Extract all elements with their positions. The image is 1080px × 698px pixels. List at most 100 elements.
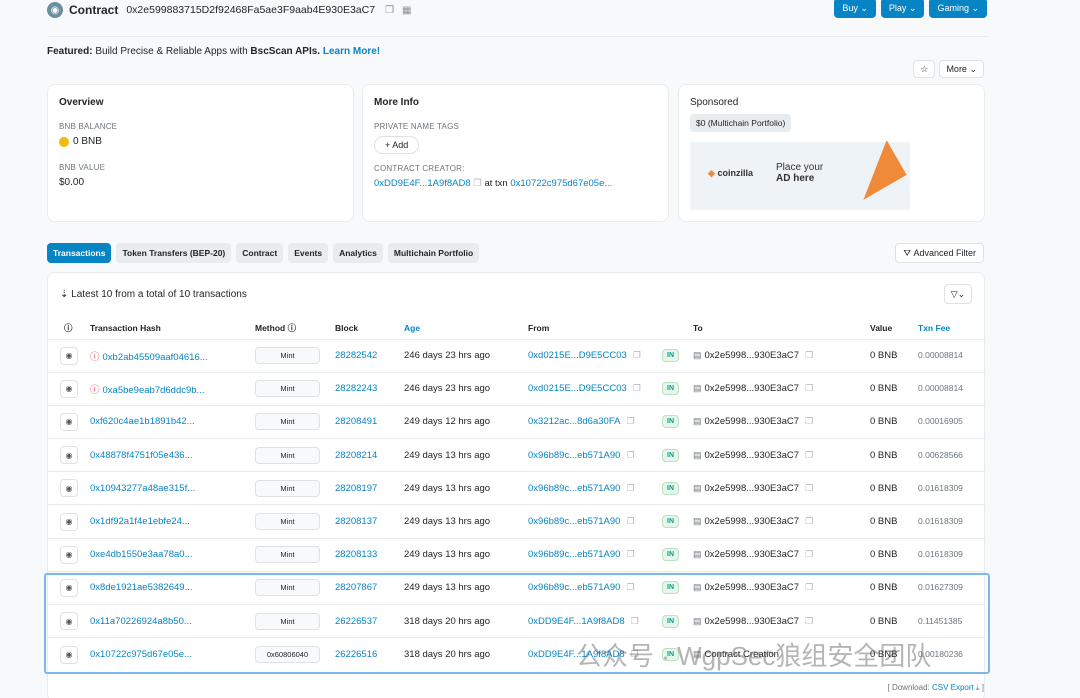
view-details-icon[interactable]: ◉ xyxy=(60,346,78,365)
tx-hash-link[interactable]: 0x48878f4751f05e436... xyxy=(90,450,192,461)
to-address[interactable]: 0x2e5998...930E3aC7 xyxy=(705,549,800,560)
copy-icon[interactable]: ❐ xyxy=(805,549,813,559)
block-link[interactable]: 26226537 xyxy=(335,616,377,627)
tab-transactions[interactable]: Transactions xyxy=(47,243,112,263)
col-fee[interactable]: Txn Fee xyxy=(918,317,986,339)
view-details-icon[interactable]: ◉ xyxy=(60,479,78,498)
from-address-link[interactable]: 0x96b89c...eb571A90 xyxy=(528,549,620,560)
copy-icon[interactable]: ❐ xyxy=(633,383,641,393)
add-tag-button[interactable]: + Add xyxy=(374,136,420,154)
view-details-icon[interactable]: ◉ xyxy=(60,578,78,597)
copy-icon[interactable]: ❐ xyxy=(805,450,813,460)
copy-icon[interactable]: ❐ xyxy=(805,483,813,493)
view-details-icon[interactable]: ◉ xyxy=(60,512,78,531)
tx-hash-link[interactable]: 0x10943277a48ae315f... xyxy=(90,483,195,494)
block-link[interactable]: 28208137 xyxy=(335,516,377,527)
copy-icon[interactable]: ❐ xyxy=(805,350,813,360)
tab-analytics[interactable]: Analytics xyxy=(333,243,383,263)
to-address[interactable]: 0x2e5998...930E3aC7 xyxy=(705,582,800,593)
tab-multichain-portfolio[interactable]: Multichain Portfolio xyxy=(387,243,480,263)
tx-hash-link[interactable]: 0x11a70226924a8b50... xyxy=(90,616,192,627)
view-details-icon[interactable]: ◉ xyxy=(60,446,78,465)
from-address-link[interactable]: 0xd0215E...D9E5CC03 xyxy=(528,350,627,361)
view-details-icon[interactable]: ◉ xyxy=(60,612,78,631)
to-address[interactable]: 0x2e5998...930E3aC7 xyxy=(705,616,800,627)
copy-icon[interactable]: ❐ xyxy=(626,483,634,493)
creator-address-link[interactable]: 0xDD9E4F...1A9f8AD8 xyxy=(374,178,471,189)
copy-icon[interactable]: ❐ xyxy=(626,516,634,526)
copy-icon[interactable]: ❐ xyxy=(385,5,394,16)
copy-icon[interactable]: ❐ xyxy=(805,383,813,393)
block-link[interactable]: 28207867 xyxy=(335,582,377,593)
copy-icon[interactable]: ❐ xyxy=(626,582,634,592)
help-icon[interactable]: ⓘ xyxy=(48,317,90,339)
from-address-link[interactable]: 0x96b89c...eb571A90 xyxy=(528,516,620,527)
tab-token-transfers[interactable]: Token Transfers (BEP-20) xyxy=(116,243,232,263)
tx-hash-link[interactable]: 0xf620c4ae1b1891b42... xyxy=(90,416,195,427)
tx-hash-link[interactable]: 0xb2ab45509aaf04616... xyxy=(103,352,208,363)
method-badge: Mint xyxy=(255,347,320,365)
block-link[interactable]: 28282542 xyxy=(335,350,377,361)
copy-icon[interactable]: ❐ xyxy=(473,178,482,189)
csv-export-link[interactable]: CSV Export xyxy=(932,683,974,692)
copy-icon[interactable]: ❐ xyxy=(626,416,634,426)
portfolio-chip[interactable]: $0 (Multichain Portfolio) xyxy=(690,114,792,132)
tab-contract[interactable]: Contract xyxy=(236,243,284,263)
view-details-icon[interactable]: ◉ xyxy=(60,645,78,664)
block-link[interactable]: 28208214 xyxy=(335,450,377,461)
from-address-link[interactable]: 0xd0215E...D9E5CC03 xyxy=(528,383,627,394)
view-details-icon[interactable]: ◉ xyxy=(60,412,78,431)
block-link[interactable]: 28282243 xyxy=(335,383,377,394)
col-age[interactable]: Age xyxy=(404,317,528,339)
copy-icon[interactable]: ❐ xyxy=(805,616,813,626)
balance-amount: 0 BNB xyxy=(73,136,102,147)
copy-icon[interactable]: ❐ xyxy=(626,450,634,460)
balance-label: BNB BALANCE xyxy=(59,122,118,131)
view-details-icon[interactable]: ◉ xyxy=(60,379,78,398)
from-address-link[interactable]: 0x96b89c...eb571A90 xyxy=(528,450,620,461)
tx-hash-link[interactable]: 0x1df92a1f4e1ebfe24... xyxy=(90,516,190,527)
play-button[interactable]: Play ⌄ xyxy=(880,0,925,18)
tx-hash-link[interactable]: 0x10722c975d67e05e... xyxy=(90,649,192,660)
copy-icon[interactable]: ❐ xyxy=(805,416,813,426)
copy-icon[interactable]: ❐ xyxy=(805,516,813,526)
to-address[interactable]: 0x2e5998...930E3aC7 xyxy=(705,383,800,394)
download-prefix: [ Download: xyxy=(887,683,932,692)
to-address[interactable]: 0x2e5998...930E3aC7 xyxy=(705,450,800,461)
block-link[interactable]: 26226516 xyxy=(335,649,377,660)
copy-icon[interactable]: ❐ xyxy=(633,350,641,360)
from-address-link[interactable]: 0xDD9E4F...1A9f8AD8 xyxy=(528,616,625,627)
contract-icon: ▤ xyxy=(693,416,702,427)
table-filter-button[interactable]: ▽⌄ xyxy=(944,284,972,304)
buy-button[interactable]: Buy ⌄ xyxy=(834,0,876,18)
favorite-button[interactable]: ☆ xyxy=(913,60,936,78)
to-address[interactable]: 0x2e5998...930E3aC7 xyxy=(705,483,800,494)
advanced-filter-button[interactable]: ⛛ Advanced Filter xyxy=(895,243,984,263)
block-link[interactable]: 28208133 xyxy=(335,549,377,560)
ad-logo-text: coinzilla xyxy=(717,168,753,178)
qr-code-icon[interactable]: ▦ xyxy=(402,5,411,16)
creation-txn-link[interactable]: 0x10722c975d67e05e... xyxy=(510,178,612,189)
tx-hash-link[interactable]: 0xa5be9eab7d6ddc9b... xyxy=(103,385,205,396)
learn-more-link[interactable]: Learn More! xyxy=(320,46,380,57)
to-address[interactable]: 0x2e5998...930E3aC7 xyxy=(705,516,800,527)
from-address-link[interactable]: 0x96b89c...eb571A90 xyxy=(528,582,620,593)
view-details-icon[interactable]: ◉ xyxy=(60,545,78,564)
to-address[interactable]: 0x2e5998...930E3aC7 xyxy=(705,350,800,361)
copy-icon[interactable]: ❐ xyxy=(626,549,634,559)
contract-icon: ▤ xyxy=(693,615,702,626)
tx-hash-link[interactable]: 0xe4db1550e3aa78a0... xyxy=(90,549,193,560)
tx-hash-link[interactable]: 0x8de1921ae5382649... xyxy=(90,582,193,593)
ad-banner[interactable]: ◆ coinzilla Place your AD here xyxy=(690,140,910,210)
tab-events[interactable]: Events xyxy=(288,243,329,263)
gaming-button[interactable]: Gaming ⌄ xyxy=(929,0,987,18)
block-link[interactable]: 28208491 xyxy=(335,416,377,427)
from-address-link[interactable]: 0x96b89c...eb571A90 xyxy=(528,483,620,494)
block-link[interactable]: 28208197 xyxy=(335,483,377,494)
from-address-link[interactable]: 0x3212ac...8d6a30FA xyxy=(528,416,620,427)
to-address[interactable]: 0x2e5998...930E3aC7 xyxy=(705,416,800,427)
copy-icon[interactable]: ❐ xyxy=(805,582,813,592)
more-button[interactable]: More ⌄ xyxy=(939,60,984,78)
ad-text-1: Place your xyxy=(776,162,824,173)
copy-icon[interactable]: ❐ xyxy=(631,616,639,626)
